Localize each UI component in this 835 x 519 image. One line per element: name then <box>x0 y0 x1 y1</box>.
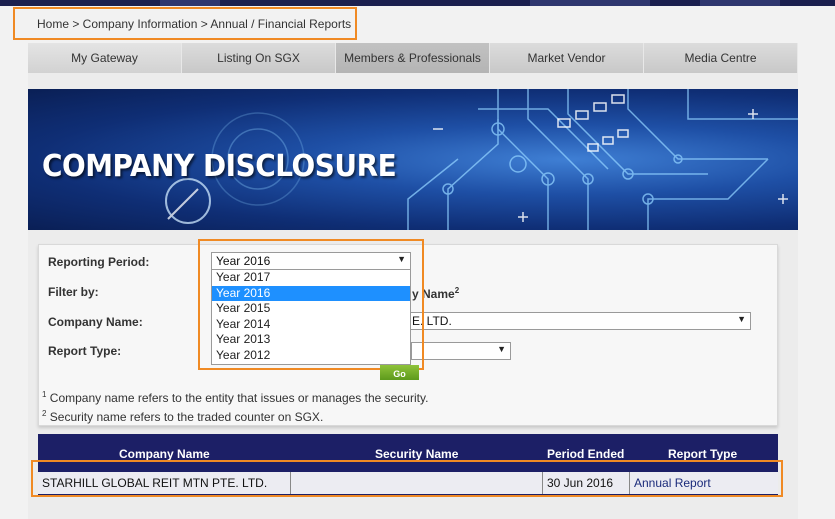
reporting-period-label: Reporting Period: <box>48 255 150 269</box>
footnote-marker: 2 <box>42 409 47 418</box>
filter-by-label: Filter by: <box>48 285 99 299</box>
tab-market-vendor[interactable]: Market Vendor <box>490 43 644 73</box>
company-disclosure-banner: COMPANY DISCLOSURE <box>28 89 798 230</box>
banner-title: COMPANY DISCLOSURE <box>42 149 397 184</box>
dropdown-highlight-box <box>198 239 424 370</box>
tab-members-professionals[interactable]: Members & Professionals <box>336 43 490 73</box>
tab-label: Listing On SGX <box>217 51 300 65</box>
tab-label: Market Vendor <box>527 51 606 65</box>
col-header-report-type[interactable]: Report Type <box>668 447 737 461</box>
go-button[interactable]: Go <box>380 365 419 380</box>
tab-media-centre[interactable]: Media Centre <box>644 43 798 73</box>
tab-label: Members & Professionals <box>344 51 481 65</box>
main-nav: My Gateway Listing On SGX Members & Prof… <box>28 43 798 73</box>
footnote-ref: 2 <box>454 286 460 295</box>
row-highlight-box <box>31 460 783 497</box>
footnote-text: Security name refers to the traded count… <box>49 410 324 424</box>
tab-label: Media Centre <box>684 51 757 65</box>
tab-listing-on-sgx[interactable]: Listing On SGX <box>182 43 336 73</box>
tab-my-gateway[interactable]: My Gateway <box>28 43 182 73</box>
company-name-label: Company Name: <box>48 315 143 329</box>
report-type-label: Report Type: <box>48 344 122 358</box>
col-header-company-name[interactable]: Company Name <box>119 447 210 461</box>
col-header-period-ended[interactable]: Period Ended <box>547 447 624 461</box>
breadcrumb-highlight-box <box>13 7 357 40</box>
chevron-down-icon: ▼ <box>497 344 506 354</box>
col-header-security-name[interactable]: Security Name <box>375 447 458 461</box>
report-type-select[interactable]: ▼ <box>411 342 511 360</box>
footnote-marker: 1 <box>42 390 47 399</box>
footnote-2: 2 Security name refers to the traded cou… <box>42 409 323 424</box>
top-strip <box>0 0 835 6</box>
footnote-text: Company name refers to the entity that i… <box>49 391 429 405</box>
footnote-1: 1 Company name refers to the entity that… <box>42 390 428 405</box>
chevron-down-icon: ▼ <box>737 314 746 324</box>
tab-label: My Gateway <box>71 51 138 65</box>
